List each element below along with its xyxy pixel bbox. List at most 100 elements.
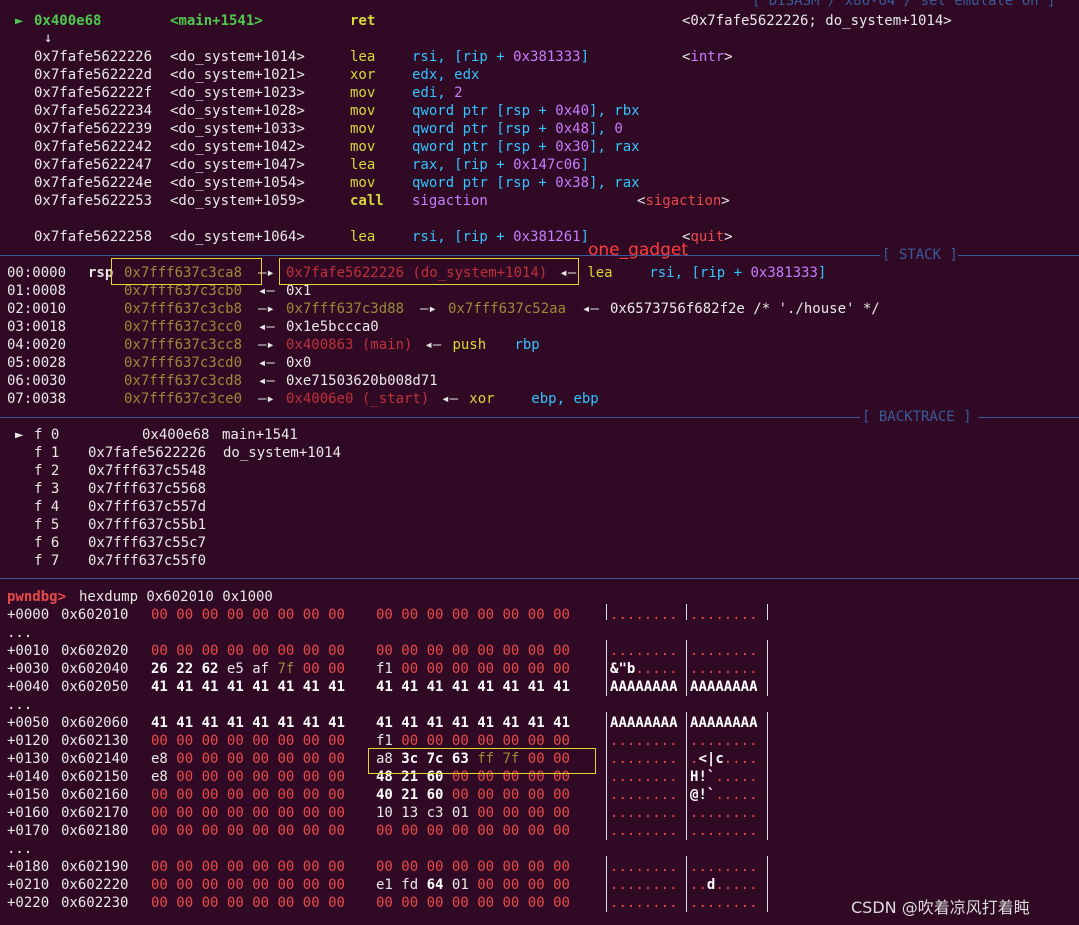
hex-ascii-high: H!`..... (690, 769, 758, 785)
hex-bytes-low: 00 00 00 00 00 00 00 00 (151, 895, 345, 911)
stack-value-highlight-box (279, 258, 579, 285)
hex-offset: +0160 (7, 805, 50, 821)
hex-bytes-high: 40 21 60 00 00 00 00 00 (376, 787, 570, 803)
instr-mnemonic: call (350, 193, 384, 209)
stack-index: 04:0020 (7, 337, 67, 353)
instr-symbol: <do_system+1033> (170, 121, 305, 137)
disasm-line[interactable]: 0x7fafe5622258 <do_system+1064> lea rsi,… (0, 228, 733, 246)
down-arrow-icon: ↓ (44, 30, 53, 46)
hex-ascii-low: AAAAAAAA (610, 679, 678, 695)
instr-mnemonic: mov (350, 175, 376, 191)
hex-bytes-low: 00 00 00 00 00 00 00 00 (151, 859, 345, 875)
stack-code-operands: rbp (514, 337, 540, 353)
collapsed-marker: ... (7, 625, 33, 641)
command-text[interactable]: hexdump 0x602010 0x1000 (79, 588, 273, 606)
ascii-column-bar (606, 856, 607, 912)
frame-address: 0x7fafe5622226 (88, 445, 207, 461)
stack-value: 0x4006e0 (_start) (286, 391, 430, 407)
hex-offset: +0150 (7, 787, 50, 803)
backtrace-separator (0, 417, 860, 418)
collapsed-marker: ... (7, 697, 33, 713)
hex-ascii-low: ........ (610, 607, 678, 623)
instr-symbol: <do_system+1059> (170, 193, 305, 209)
disasm-current-line[interactable]: ► 0x400e68 <main+1541> ret <0x7fafe56222… (0, 12, 952, 30)
hex-address: 0x602160 (61, 787, 129, 803)
hex-bytes-high: 10 13 c3 01 00 00 00 00 (376, 805, 570, 821)
frame-address: 0x7fff637c557d (88, 499, 207, 515)
operand-number: 0x48 (555, 121, 590, 137)
disasm-header: [ DISASM / x86-64 / set emulate on ] (752, 0, 1056, 9)
current-symbol: <main+1541> (170, 13, 263, 29)
stack-arrow-icon: ◂— (258, 373, 275, 389)
instr-address: 0x7fafe5622239 (34, 121, 153, 137)
instr-address: 0x7fafe5622234 (34, 103, 153, 119)
hex-bytes-low: 00 00 00 00 00 00 00 00 (151, 643, 345, 659)
pwndbg-prompt-label: pwndbg> (7, 589, 67, 605)
disasm-line[interactable]: 0x7fafe5622253 <do_system+1059> call sig… (0, 192, 730, 210)
hex-bytes-high: f1 00 00 00 00 00 00 00 (376, 661, 570, 677)
stack-index: 07:0038 (7, 391, 67, 407)
hex-address: 0x602040 (61, 661, 129, 677)
frame-number: f 2 (34, 463, 60, 479)
hex-ascii-high: .<|c.... (690, 751, 758, 767)
hex-offset: +0040 (7, 679, 50, 695)
stack-address: 0x7fff637c3cd0 (124, 355, 243, 371)
call-target: sigaction (412, 193, 488, 209)
operand-number: 0x381333 (750, 265, 818, 281)
hex-bytes-low: e8 00 00 00 00 00 00 00 (151, 769, 345, 785)
hex-address: 0x602190 (61, 859, 129, 875)
hex-bytes-low: 00 00 00 00 00 00 00 00 (151, 733, 345, 749)
hex-bytes-low: 00 00 00 00 00 00 00 00 (151, 877, 345, 893)
instr-operands: rsi, [rip + 0x381333] (412, 49, 590, 65)
ascii-column-bar (606, 604, 607, 620)
stack-index: 05:0028 (7, 355, 67, 371)
instr-address: 0x7fafe562222d (34, 67, 153, 83)
ascii-column-bar (767, 640, 768, 696)
hex-ascii-low: ........ (610, 877, 678, 893)
instr-operands: qword ptr [rsp + 0x38], rax (412, 175, 640, 191)
instr-operands: edx, edx (412, 67, 480, 83)
stack-code-operands: ebp, ebp (531, 391, 599, 407)
hex-bytes-high: 41 41 41 41 41 41 41 41 (376, 715, 570, 731)
current-mnemonic: ret (350, 13, 376, 29)
hex-bytes-high: 00 00 00 00 00 00 00 00 (376, 895, 570, 911)
stack-value-deref: 0x7fff637c52aa (448, 301, 567, 317)
ascii-column-bar (686, 604, 687, 620)
hex-bytes-high: 00 00 00 00 00 00 00 00 (376, 823, 570, 839)
command-prompt-line[interactable]: pwndbg> hexdump 0x602010 0x1000 (0, 588, 273, 606)
stack-arrow-icon: —▸ (258, 337, 275, 353)
instr-operands: qword ptr [rsp + 0x30], rax (412, 139, 640, 155)
stack-code-mnemonic: push (452, 337, 487, 353)
instr-mnemonic: lea (350, 157, 376, 173)
hex-bytes-high: 41 41 41 41 41 41 41 41 (376, 679, 570, 695)
stack-arrow-icon: —▸ (258, 391, 275, 407)
stack-value: 0x7fff637c3d88 (286, 301, 405, 317)
hex-bytes-low: 41 41 41 41 41 41 41 41 (151, 679, 345, 695)
call-comment-symbol: sigaction (645, 193, 722, 209)
ascii-column-bar (686, 712, 687, 840)
instr-address: 0x7fafe5622226 (34, 49, 153, 65)
hex-ascii-low: ........ (610, 805, 678, 821)
stack-index: 03:0018 (7, 319, 67, 335)
stack-address: 0x7fff637c3cc0 (124, 319, 243, 335)
rsp-label: rsp (88, 265, 114, 281)
quit-symbol: quit (690, 229, 725, 245)
hex-ascii-low: ........ (610, 823, 678, 839)
operand-number: 0x381333 (513, 49, 581, 65)
instr-symbol: <do_system+1047> (170, 157, 305, 173)
stack-address: 0x7fff637c3cb8 (124, 301, 243, 317)
hex-offset: +0220 (7, 895, 50, 911)
hex-address: 0x602140 (61, 751, 129, 767)
frame-number: f 6 (34, 535, 60, 551)
backtrace-end-separator (0, 578, 1079, 579)
operand-number: 0x40 (555, 103, 590, 119)
instr-mnemonic: mov (350, 103, 376, 119)
frame-number: f 5 (34, 517, 60, 533)
operand-number: 0x147c06 (513, 157, 581, 173)
stack-header: [ STACK ] (882, 247, 958, 263)
stack-address: 0x7fff637c3cd8 (124, 373, 243, 389)
hex-address: 0x602020 (61, 643, 129, 659)
collapsed-marker: ... (7, 841, 33, 857)
stack-code-mnemonic: lea (587, 265, 613, 281)
frame-address: 0x7fff637c55f0 (88, 553, 207, 569)
